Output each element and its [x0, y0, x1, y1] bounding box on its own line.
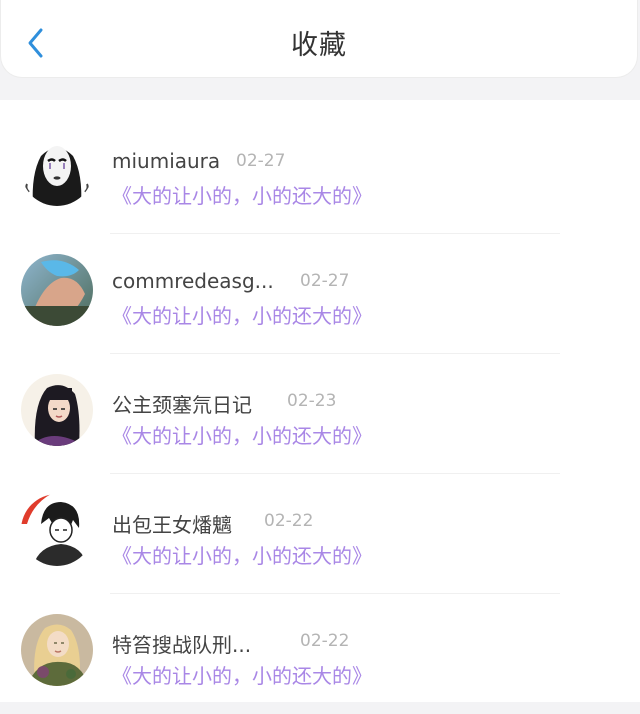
favorite-date: 02-23 — [287, 391, 337, 411]
avatar-image — [21, 254, 93, 326]
book-title[interactable]: 《大的让小的，小的还大的》 — [112, 420, 372, 449]
user-name[interactable]: 出包王女燔魑 — [112, 509, 232, 538]
book-title[interactable]: 《大的让小的，小的还大的》 — [112, 660, 372, 689]
top-bar: 收藏 — [0, 0, 638, 78]
favorite-date: 02-27 — [236, 151, 286, 171]
page-title: 收藏 — [291, 30, 347, 61]
favorite-item[interactable]: 特笞搜战队刑... 02-22 《大的让小的，小的还大的》 — [0, 594, 640, 714]
user-avatar[interactable] — [21, 134, 93, 206]
favorite-date: 02-27 — [300, 271, 350, 291]
favorite-item[interactable]: miumiaura 02-27 《大的让小的，小的还大的》 — [0, 114, 640, 234]
user-name[interactable]: miumiaura — [112, 149, 220, 173]
avatar-image — [21, 134, 93, 206]
avatar-image — [21, 614, 93, 686]
avatar-image — [21, 374, 93, 446]
book-title[interactable]: 《大的让小的，小的还大的》 — [112, 300, 372, 329]
book-title[interactable]: 《大的让小的，小的还大的》 — [112, 180, 372, 209]
user-avatar[interactable] — [21, 494, 93, 566]
user-name[interactable]: 特笞搜战队刑... — [112, 629, 251, 658]
user-avatar[interactable] — [21, 254, 93, 326]
favorite-date: 02-22 — [264, 511, 314, 531]
user-avatar[interactable] — [21, 614, 93, 686]
user-name[interactable]: 公主颈塞氘日记 — [112, 389, 252, 418]
favorite-item[interactable]: 公主颈塞氘日记 02-23 《大的让小的，小的还大的》 — [0, 354, 640, 474]
user-avatar[interactable] — [21, 374, 93, 446]
user-name[interactable]: commredeasg... — [112, 269, 274, 293]
avatar-image — [21, 494, 93, 566]
favorites-list: miumiaura 02-27 《大的让小的，小的还大的》 commredeas… — [0, 100, 640, 702]
book-title[interactable]: 《大的让小的，小的还大的》 — [112, 540, 372, 569]
favorite-item[interactable]: 出包王女燔魑 02-22 《大的让小的，小的还大的》 — [0, 474, 640, 594]
favorite-item[interactable]: commredeasg... 02-27 《大的让小的，小的还大的》 — [0, 234, 640, 354]
favorite-date: 02-22 — [300, 631, 350, 651]
